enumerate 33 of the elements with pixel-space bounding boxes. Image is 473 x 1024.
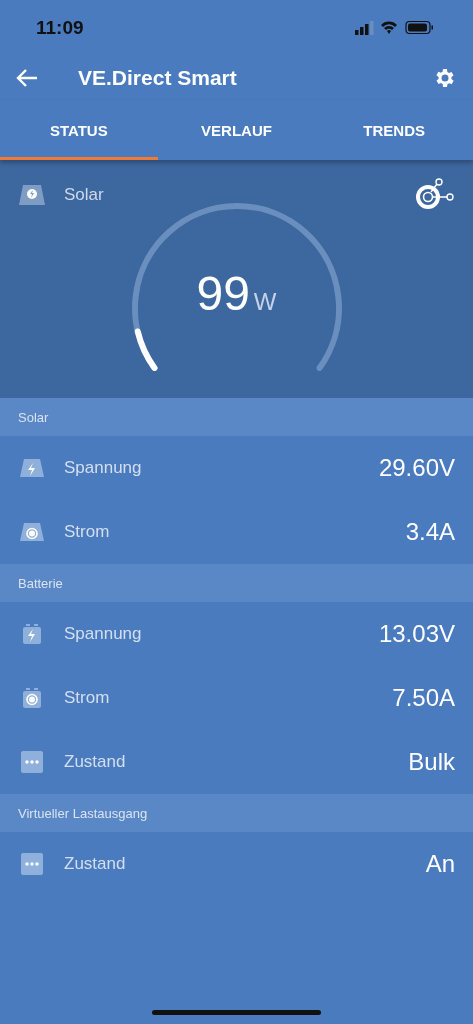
tab[interactable]: TRENDS — [315, 100, 473, 160]
row-value: An — [425, 850, 455, 878]
section-title: Batterie — [18, 575, 63, 591]
gauge-fill — [134, 328, 157, 371]
solar-panel-icon — [18, 184, 46, 206]
section-title: Solar — [18, 409, 49, 425]
row-label: Zustand — [64, 854, 127, 874]
solar-panel-icon — [18, 522, 46, 542]
section-title: Virtueller Lastausgang — [18, 805, 148, 821]
wifi-icon — [381, 21, 397, 34]
row-value: Bulk — [408, 748, 455, 776]
screen-title: VE.Direct Smart — [78, 65, 238, 90]
more-icon — [18, 853, 46, 875]
row-value: 3.4A — [405, 518, 455, 546]
row-label: Strom — [64, 688, 111, 708]
clock: 11:09 — [36, 16, 84, 39]
row-label: Strom — [64, 522, 111, 542]
back-button[interactable] — [16, 67, 38, 88]
row-label: Zustand — [64, 752, 127, 772]
signal-icon — [355, 20, 374, 35]
more-icon — [18, 751, 46, 773]
battery-icon — [405, 20, 433, 34]
source-label: Solar — [64, 185, 105, 205]
row-value: 13.03V — [378, 620, 455, 648]
power-unit: W — [253, 288, 277, 316]
solar-panel-icon — [18, 458, 46, 478]
row-value: 7.50A — [392, 684, 455, 712]
tab[interactable]: VERLAUF — [157, 100, 316, 160]
row-value: 29.60V — [378, 454, 455, 482]
row-label: Spannung — [64, 458, 143, 478]
power-value: 99 — [196, 266, 250, 321]
network-icon[interactable] — [415, 178, 455, 212]
row-label: Spannung — [64, 624, 143, 644]
